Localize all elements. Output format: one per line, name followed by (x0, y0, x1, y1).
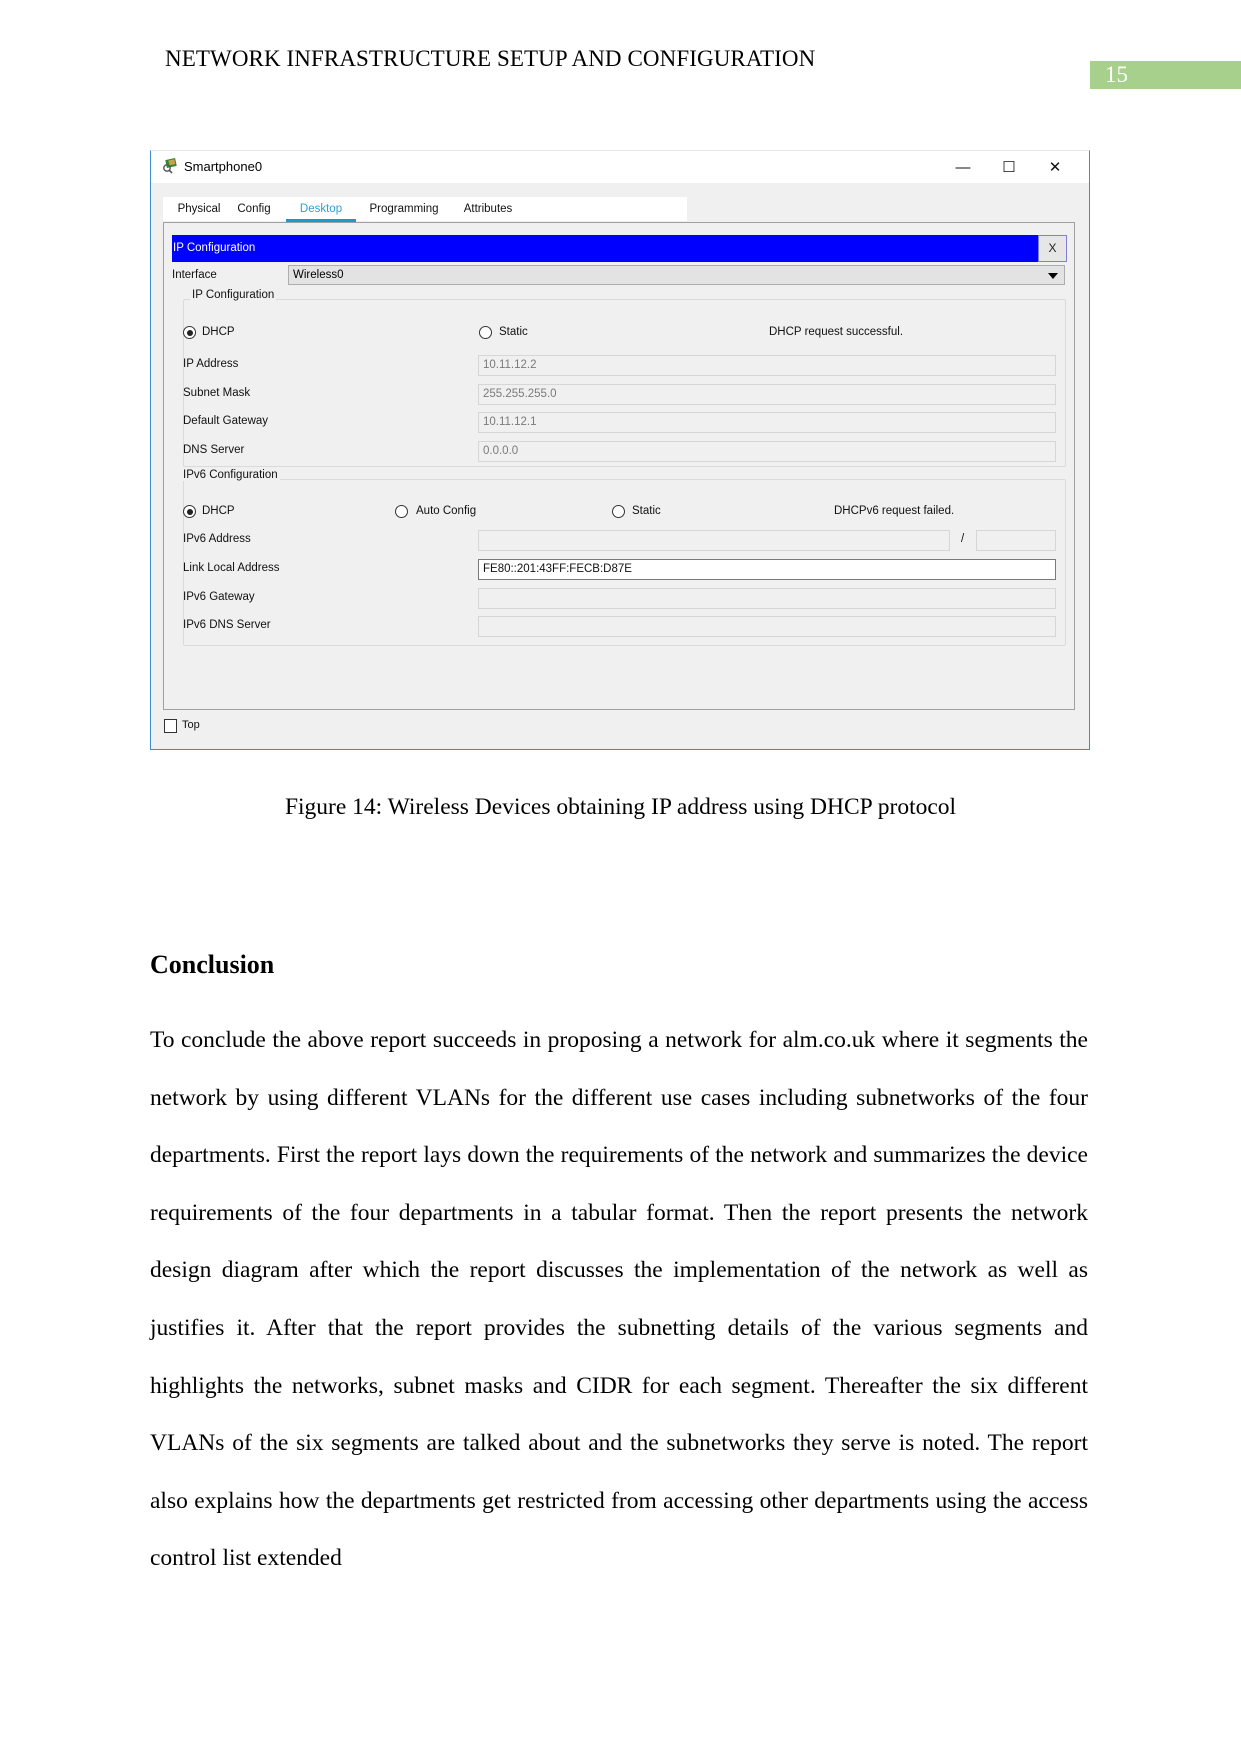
ipv6-gateway-field[interactable] (478, 588, 1056, 609)
tab-bar: Physical Config Desktop Programming Attr… (163, 197, 687, 224)
ipv6-auto-config-label: Auto Config (416, 505, 477, 517)
ipv6-dhcp-radio[interactable] (183, 505, 196, 518)
interface-select[interactable]: Wireless0 (288, 265, 1065, 285)
window-titlebar[interactable]: Smartphone0 — ☐ ✕ (151, 151, 1089, 183)
default-gateway-field[interactable]: 10.11.12.1 (478, 412, 1056, 433)
tab-config[interactable]: Config (231, 197, 277, 221)
link-local-address-label: Link Local Address (183, 562, 280, 574)
top-checkbox-label: Top (182, 719, 200, 731)
window-title: Smartphone0 (184, 159, 263, 174)
ipv6-dhcp-label: DHCP (202, 505, 235, 517)
figure-caption: Figure 14: Wireless Devices obtaining IP… (284, 794, 957, 820)
desktop-tab-panel: IP Configuration X Interface Wireless0 I… (163, 222, 1075, 710)
ipv6-gateway-label: IPv6 Gateway (183, 591, 255, 603)
page-number: 15 (1105, 62, 1128, 87)
ip-address-field[interactable]: 10.11.12.2 (478, 355, 1056, 376)
ipv6-address-label: IPv6 Address (183, 533, 251, 545)
subnet-mask-label: Subnet Mask (183, 387, 251, 399)
ipv4-group-legend: IP Configuration (190, 289, 277, 301)
ipv6-group-legend: IPv6 Configuration (181, 469, 280, 481)
ipv4-static-label: Static (499, 326, 528, 338)
ipv6-status-text: DHCPv6 request failed. (834, 505, 955, 517)
prefix-separator: / (961, 533, 965, 545)
tab-desktop[interactable]: Desktop (286, 197, 356, 224)
smartphone-device-icon (161, 157, 179, 175)
ipv4-status-text: DHCP request successful. (769, 326, 904, 338)
minimize-button[interactable]: — (940, 151, 986, 183)
maximize-button[interactable]: ☐ (986, 151, 1032, 183)
ip-configuration-titlebar: IP Configuration (172, 235, 1038, 262)
ipv6-dns-server-label: IPv6 DNS Server (183, 619, 271, 631)
panel-close-button[interactable]: X (1038, 235, 1067, 262)
ip-address-label: IP Address (183, 358, 239, 370)
section-heading: Conclusion (150, 950, 275, 979)
ipv6-auto-config-radio[interactable] (395, 505, 408, 518)
tab-physical[interactable]: Physical (171, 197, 227, 221)
conclusion-paragraph: To conclude the above report succeeds in… (150, 1027, 1088, 1572)
close-button[interactable]: ✕ (1032, 151, 1078, 183)
dropdown-arrow-icon (1048, 273, 1058, 279)
ipv6-prefix-field[interactable] (976, 530, 1056, 551)
smartphone-dialog-window: Smartphone0 — ☐ ✕ Physical Config Deskto… (150, 150, 1090, 750)
ipv6-address-field[interactable] (478, 530, 950, 551)
dns-server-label: DNS Server (183, 444, 245, 456)
ipv4-static-radio[interactable] (479, 326, 492, 339)
ipv4-dhcp-label: DHCP (202, 326, 235, 338)
tab-attributes[interactable]: Attributes (453, 197, 523, 221)
running-header-title: NETWORK INFRASTRUCTURE SETUP AND CONFIGU… (165, 46, 816, 71)
top-checkbox[interactable] (164, 719, 177, 733)
ipv6-dns-server-field[interactable] (478, 616, 1056, 637)
ipv6-static-radio[interactable] (612, 505, 625, 518)
interface-label: Interface (172, 269, 217, 281)
link-local-address-field[interactable]: FE80::201:43FF:FECB:D87E (478, 559, 1056, 580)
tab-programming[interactable]: Programming (361, 197, 447, 221)
dns-server-field[interactable]: 0.0.0.0 (478, 441, 1056, 462)
page-number-badge: 15 (1090, 61, 1241, 89)
subnet-mask-field[interactable]: 255.255.255.0 (478, 384, 1056, 405)
ipv4-dhcp-radio[interactable] (183, 326, 196, 339)
interface-select-value: Wireless0 (293, 269, 344, 281)
ipv6-static-label: Static (632, 505, 661, 517)
default-gateway-label: Default Gateway (183, 415, 269, 427)
